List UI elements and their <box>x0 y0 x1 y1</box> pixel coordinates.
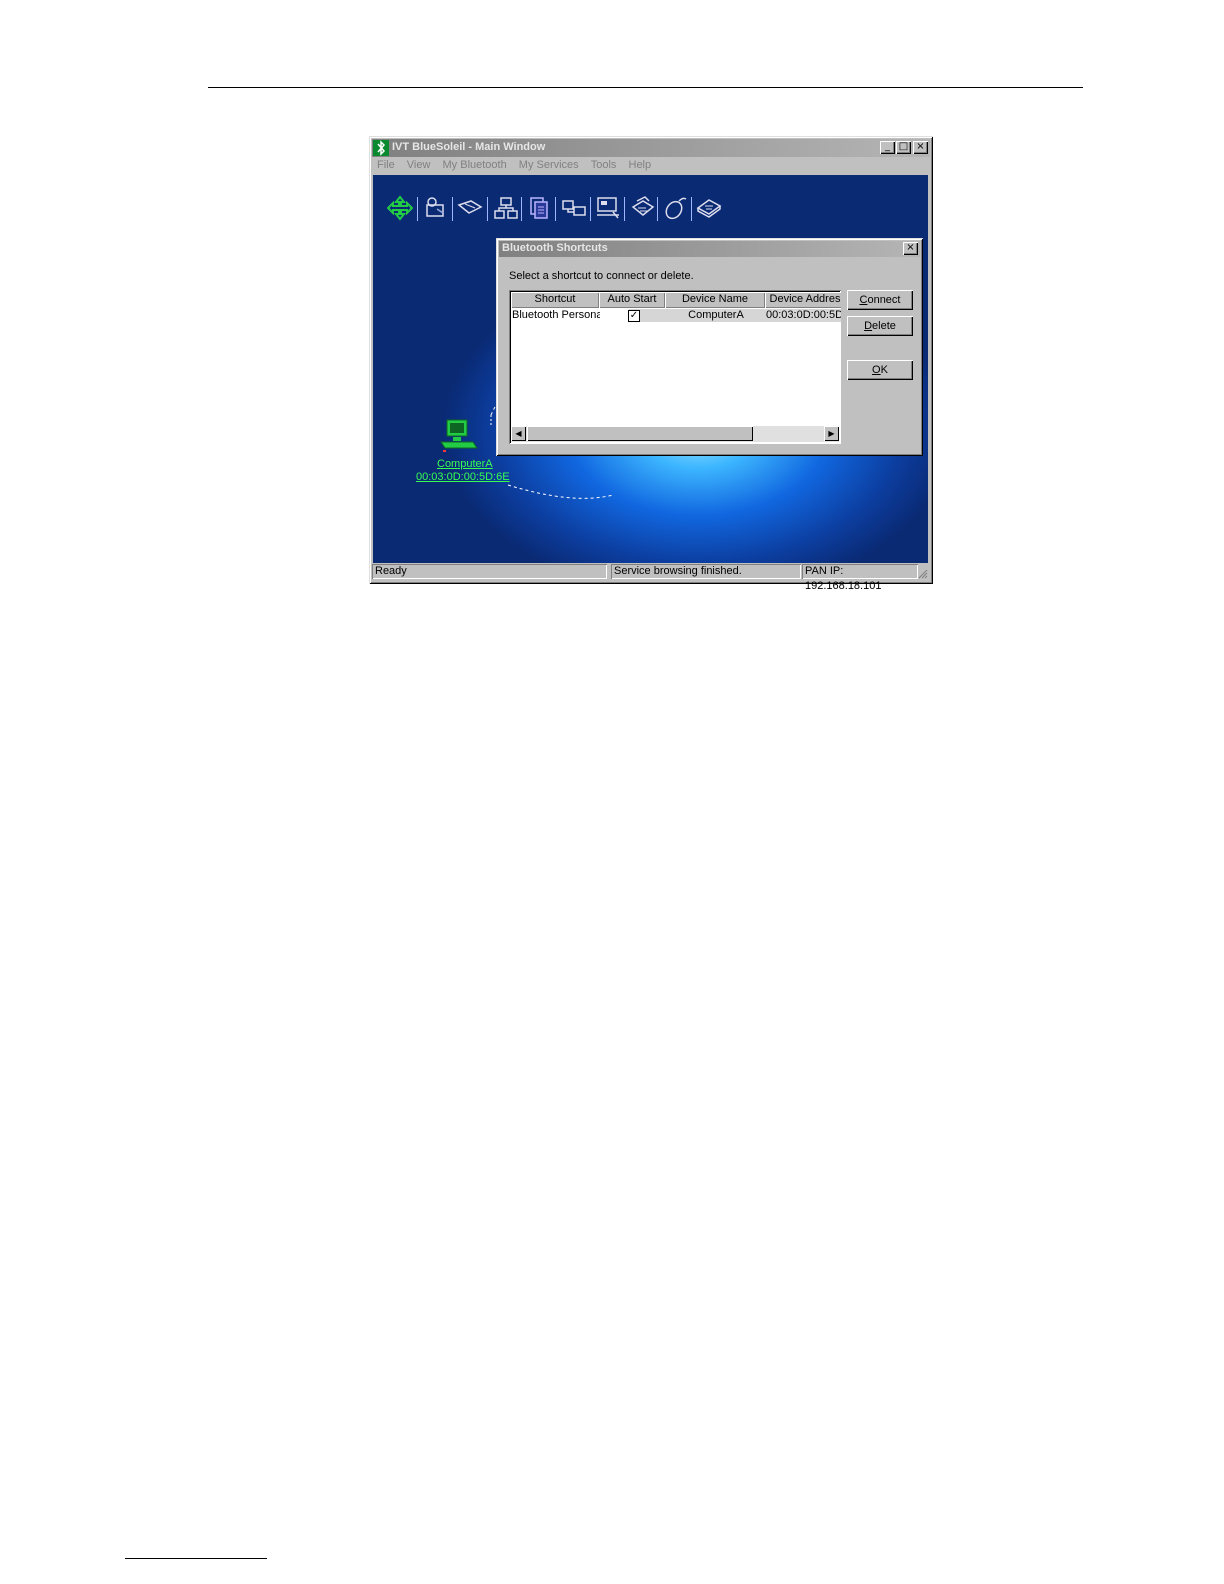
status-message: Service browsing finished. <box>611 564 801 579</box>
status-ready: Ready <box>372 564 607 579</box>
device-address-label[interactable]: 00:03:0D:00:5D:6E <box>416 471 510 483</box>
maximize-button[interactable]: □ <box>896 141 911 154</box>
status-bar: Ready Service browsing finished. PAN IP:… <box>372 563 930 592</box>
connect-button[interactable]: Connect <box>847 290 913 310</box>
cell-device-address: 00:03:0D:00:5D:6 <box>766 309 841 321</box>
cell-device-name: ComputerA <box>688 309 744 321</box>
menu-file[interactable]: File <box>377 159 395 171</box>
cell-shortcut: Bluetooth Personal A <box>512 309 600 321</box>
dialog-title-bar[interactable]: Bluetooth Shortcuts × <box>499 241 920 257</box>
footnote-rule <box>125 1558 267 1559</box>
minimize-button[interactable]: _ <box>880 141 895 154</box>
scroll-left-arrow-icon[interactable]: ◀ <box>511 426 526 441</box>
scroll-thumb[interactable] <box>527 426 753 441</box>
close-button[interactable]: × <box>913 141 928 154</box>
menu-my-services[interactable]: My Services <box>519 159 579 171</box>
title-bar[interactable]: IVT BlueSoleil - Main Window _ □ × <box>372 139 930 157</box>
menu-help[interactable]: Help <box>629 159 652 171</box>
ok-button[interactable]: OK <box>847 360 913 380</box>
bluetooth-app-icon <box>373 140 389 156</box>
resize-grip-icon[interactable] <box>916 567 928 579</box>
computer-device-icon[interactable] <box>439 418 481 452</box>
horizontal-scrollbar[interactable]: ◀ ▶ <box>511 426 839 442</box>
shortcut-list[interactable]: Shortcut Auto Start Device Name Device A… <box>509 290 841 444</box>
menu-bar: File View My Bluetooth My Services Tools… <box>372 157 930 174</box>
menu-my-bluetooth[interactable]: My Bluetooth <box>443 159 507 171</box>
status-pan-ip: PAN IP: 192.168.18.101 <box>802 564 918 592</box>
scroll-right-arrow-icon[interactable]: ▶ <box>824 426 839 441</box>
menu-tools[interactable]: Tools <box>591 159 617 171</box>
menu-view[interactable]: View <box>407 159 431 171</box>
device-name-label[interactable]: ComputerA <box>437 458 493 470</box>
bluetooth-shortcuts-dialog: Bluetooth Shortcuts × Select a shortcut … <box>496 238 923 456</box>
table-row[interactable]: Bluetooth Personal A ✓ ComputerA 00:03:0… <box>511 290 841 324</box>
delete-button[interactable]: Delete <box>847 316 913 336</box>
dialog-title: Bluetooth Shortcuts <box>502 242 608 254</box>
page-header-rule <box>208 87 1083 88</box>
auto-start-checkbox[interactable]: ✓ <box>628 310 640 322</box>
dialog-prompt: Select a shortcut to connect or delete. <box>509 270 694 282</box>
window-title: IVT BlueSoleil - Main Window <box>392 141 546 153</box>
dialog-close-button[interactable]: × <box>903 242 918 255</box>
